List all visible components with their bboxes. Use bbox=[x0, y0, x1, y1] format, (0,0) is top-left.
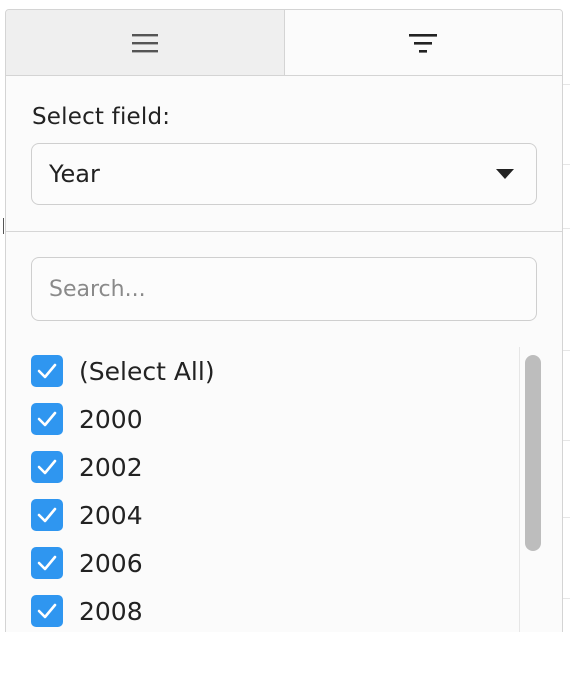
filter-panel: Select field: Year (Select All) 200 bbox=[5, 9, 563, 649]
checkmark-icon bbox=[37, 507, 57, 523]
list-item[interactable]: 2004 bbox=[31, 491, 537, 539]
checkbox[interactable] bbox=[31, 355, 63, 387]
list-item[interactable]: 2006 bbox=[31, 539, 537, 587]
value-list: (Select All) 2000 2002 2004 2006 2008 bbox=[31, 347, 537, 635]
panel-tabs bbox=[6, 10, 562, 76]
checkmark-icon bbox=[37, 363, 57, 379]
tab-columns[interactable] bbox=[6, 10, 285, 75]
field-section: Select field: Year bbox=[6, 76, 562, 232]
search-input[interactable] bbox=[31, 257, 537, 321]
checkbox[interactable] bbox=[31, 547, 63, 579]
value-list-scrollbar[interactable] bbox=[519, 347, 541, 637]
checkbox[interactable] bbox=[31, 403, 63, 435]
list-item-label: 2000 bbox=[79, 404, 143, 434]
field-select-value: Year bbox=[49, 160, 100, 188]
hamburger-menu-icon bbox=[131, 32, 158, 54]
checkmark-icon bbox=[37, 603, 57, 619]
scrollbar-thumb[interactable] bbox=[525, 355, 541, 551]
checkmark-icon bbox=[37, 459, 57, 475]
field-label: Select field: bbox=[32, 104, 171, 130]
value-list-container: (Select All) 2000 2002 2004 2006 2008 bbox=[31, 347, 541, 637]
list-item-label: 2004 bbox=[79, 500, 143, 530]
checkbox[interactable] bbox=[31, 595, 63, 627]
chevron-down-icon bbox=[496, 169, 514, 179]
list-item-label: (Select All) bbox=[79, 356, 215, 386]
list-item[interactable]: 2000 bbox=[31, 395, 537, 443]
grid-divider bbox=[3, 218, 4, 234]
tab-filter[interactable] bbox=[284, 10, 562, 75]
bottom-margin bbox=[0, 632, 570, 678]
checkmark-icon bbox=[37, 411, 57, 427]
value-filter-section: (Select All) 2000 2002 bbox=[6, 232, 562, 637]
field-select[interactable]: Year bbox=[31, 143, 537, 205]
filter-icon bbox=[409, 32, 438, 54]
list-item[interactable]: 2002 bbox=[31, 443, 537, 491]
checkmark-icon bbox=[37, 555, 57, 571]
list-item-select-all[interactable]: (Select All) bbox=[31, 347, 537, 395]
list-item[interactable]: 2008 bbox=[31, 587, 537, 635]
checkbox[interactable] bbox=[31, 499, 63, 531]
list-item-label: 2008 bbox=[79, 596, 143, 626]
checkbox[interactable] bbox=[31, 451, 63, 483]
list-item-label: 2002 bbox=[79, 452, 143, 482]
list-item-label: 2006 bbox=[79, 548, 143, 578]
